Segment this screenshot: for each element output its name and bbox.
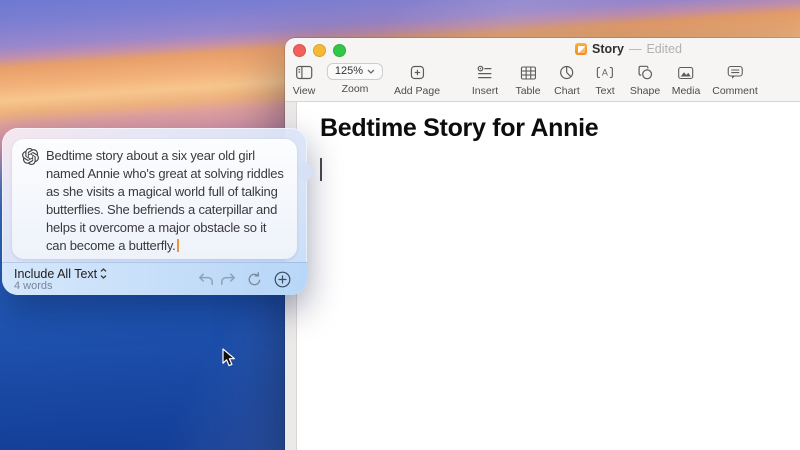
- toolbar-chart-button[interactable]: Chart: [554, 63, 580, 97]
- zoom-value: 125%: [335, 65, 363, 77]
- prompt-text[interactable]: Bedtime story about a six year old girl …: [46, 148, 284, 253]
- text-box-icon: A: [596, 63, 613, 82]
- chevron-down-icon: [367, 69, 375, 74]
- toolbar-insert-button[interactable]: Insert: [472, 63, 498, 97]
- shapes-icon: [638, 63, 653, 82]
- zoom-dropdown[interactable]: 125%: [327, 63, 383, 80]
- toolbar-label: Media: [672, 85, 701, 97]
- retry-button[interactable]: [243, 268, 265, 290]
- prompt-caret: [177, 239, 179, 252]
- pages-document-icon: [575, 43, 587, 55]
- popup-footer: Include All Text 4 words: [2, 262, 307, 295]
- undo-icon: [198, 273, 214, 286]
- fullscreen-button[interactable]: [333, 44, 346, 57]
- table-icon: [520, 63, 536, 82]
- document-title: Story: [592, 42, 624, 56]
- toolbar-label: Shape: [630, 85, 660, 97]
- toolbar-label: Add Page: [394, 85, 440, 97]
- insert-icon: [477, 63, 493, 82]
- text-cursor: [320, 158, 322, 181]
- toolbar-media-button[interactable]: Media: [672, 63, 701, 97]
- edited-status: Edited: [646, 42, 681, 56]
- minimize-button[interactable]: [313, 44, 326, 57]
- toolbar-label: Table: [515, 85, 540, 97]
- toolbar-label: View: [293, 85, 316, 97]
- scope-dropdown[interactable]: Include All Text: [14, 267, 107, 281]
- sidebar-icon: [295, 63, 312, 82]
- toolbar-table-button[interactable]: Table: [515, 63, 540, 97]
- prompt-input-box[interactable]: Bedtime story about a six year old girl …: [12, 139, 297, 259]
- toolbar-shape-button[interactable]: Shape: [630, 63, 660, 97]
- mouse-cursor: [222, 348, 236, 368]
- plus-circle-icon: [274, 271, 291, 288]
- chart-icon: [560, 63, 575, 82]
- comment-icon: [727, 63, 743, 82]
- undo-button[interactable]: [195, 268, 217, 290]
- retry-icon: [247, 272, 262, 287]
- toolbar-label: Comment: [712, 85, 758, 97]
- word-count: 4 words: [14, 280, 107, 292]
- writing-tools-popup: Bedtime story about a six year old girl …: [2, 128, 307, 295]
- toolbar-label: Insert: [472, 85, 498, 97]
- document-area[interactable]: Bedtime Story for Annie: [285, 102, 800, 450]
- scope-label: Include All Text: [14, 267, 97, 281]
- toolbar-view-button[interactable]: View: [293, 63, 316, 97]
- toolbar-text-button[interactable]: A Text: [595, 63, 614, 97]
- toolbar: View 125% Zoom Add Page: [285, 61, 800, 102]
- pages-window: Story — Edited View 125%: [285, 38, 800, 450]
- toolbar-label: Zoom: [342, 83, 369, 95]
- desktop: Story — Edited View 125%: [0, 0, 800, 450]
- toolbar-comment-button[interactable]: Comment: [712, 63, 758, 97]
- redo-icon: [220, 273, 236, 286]
- svg-text:A: A: [602, 68, 608, 78]
- title-separator: —: [629, 42, 642, 56]
- document-heading: Bedtime Story for Annie: [320, 114, 598, 143]
- chatgpt-icon: [22, 148, 39, 165]
- up-down-chevron-icon: [100, 268, 107, 279]
- toolbar-zoom-control[interactable]: 125% Zoom: [327, 63, 383, 95]
- add-button[interactable]: [271, 268, 293, 290]
- toolbar-add-page-button[interactable]: Add Page: [394, 63, 440, 97]
- close-button[interactable]: [293, 44, 306, 57]
- media-icon: [678, 63, 694, 82]
- toolbar-label: Chart: [554, 85, 580, 97]
- footer-actions: [195, 268, 293, 290]
- window-title: Story — Edited: [575, 42, 682, 56]
- add-page-icon: [410, 63, 425, 82]
- redo-button[interactable]: [217, 268, 239, 290]
- traffic-lights: [293, 44, 346, 57]
- window-titlebar[interactable]: Story — Edited: [285, 38, 800, 61]
- toolbar-label: Text: [595, 85, 614, 97]
